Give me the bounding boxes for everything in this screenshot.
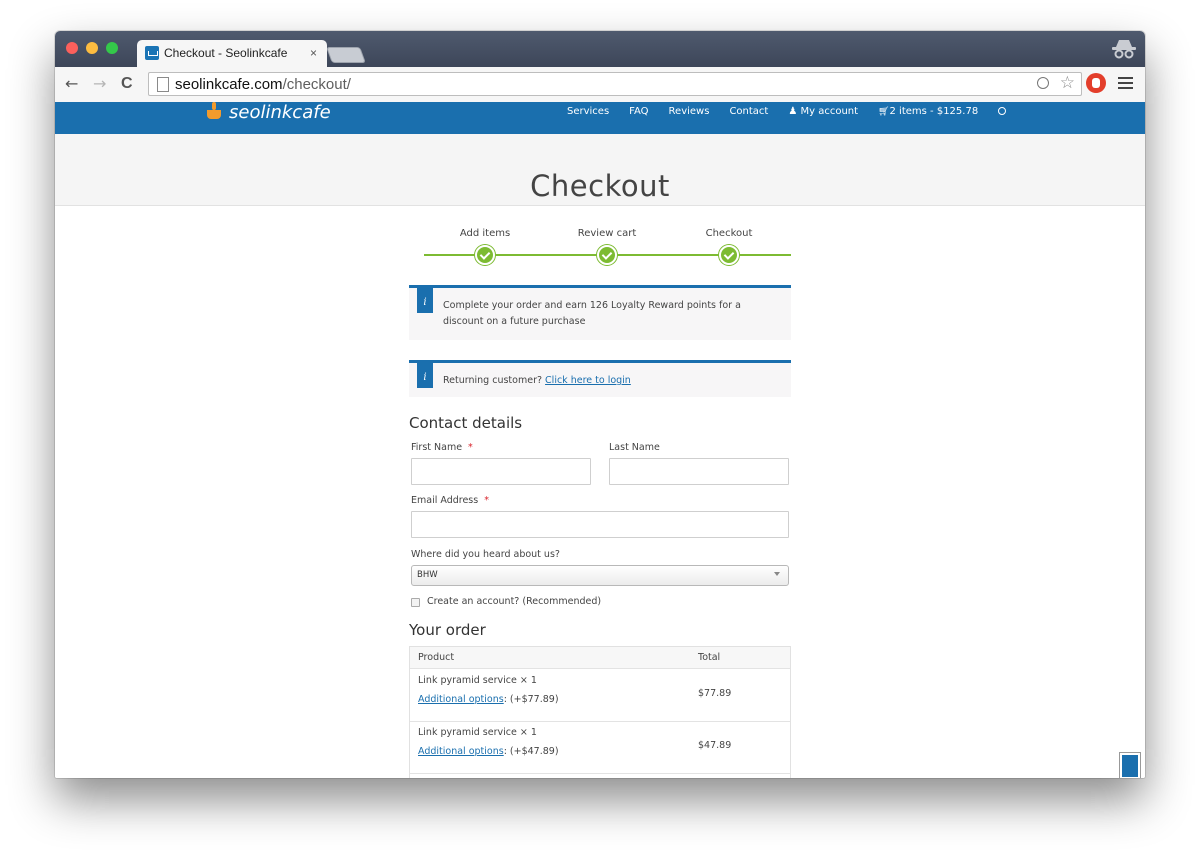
first-name-label: First Name * xyxy=(411,442,473,453)
create-account-label: Create an account? (Recommended) xyxy=(427,596,602,607)
page-title-band: Checkout xyxy=(55,134,1145,206)
check-icon xyxy=(475,245,495,265)
cart-icon: 🛒︎ xyxy=(878,107,890,117)
menu-icon[interactable] xyxy=(1118,77,1133,89)
minimize-window-button[interactable] xyxy=(86,42,98,54)
address-bar[interactable]: seolinkcafe.com/checkout/ ☆ xyxy=(148,72,1082,96)
check-icon xyxy=(719,245,739,265)
close-window-button[interactable] xyxy=(66,42,78,54)
step-add-items: Add items xyxy=(425,228,545,265)
step-checkout: Checkout xyxy=(669,228,789,265)
col-product-header: Product xyxy=(418,652,455,663)
scroll-to-top-button[interactable] xyxy=(1120,753,1140,778)
check-icon xyxy=(597,245,617,265)
options-price: : (+$47.89) xyxy=(503,746,559,757)
user-icon: ♟ xyxy=(788,106,798,117)
url-domain: seolinkcafe.com xyxy=(175,76,283,93)
tab-checkout[interactable]: Checkout - Seolinkcafe × xyxy=(137,40,327,67)
nav-item-faq[interactable]: FAQ xyxy=(629,106,648,117)
divider xyxy=(410,773,790,774)
coffee-cup-icon xyxy=(205,102,225,122)
heard-about-label: Where did you heard about us? xyxy=(411,549,560,560)
page-icon xyxy=(157,77,169,92)
order-item-name: Link pyramid service × 1 xyxy=(418,727,537,738)
adblock-extension-icon[interactable] xyxy=(1086,73,1106,93)
tab-close-icon[interactable]: × xyxy=(310,46,317,60)
chevron-down-icon xyxy=(774,572,780,576)
back-button[interactable]: ← xyxy=(65,75,78,93)
checkout-form: Contact details First Name * Last Name Em… xyxy=(409,397,791,778)
order-table-header xyxy=(410,647,790,668)
step-label: Review cart xyxy=(577,228,637,239)
step-label: Checkout xyxy=(705,228,753,239)
my-account-label: My account xyxy=(800,106,859,117)
new-tab-button[interactable] xyxy=(326,47,366,63)
heard-about-select[interactable]: BHW xyxy=(411,565,789,586)
step-review-cart: Review cart xyxy=(547,228,667,265)
heard-about-value: BHW xyxy=(417,570,438,580)
loyalty-notice-text: Complete your order and earn 126 Loyalty… xyxy=(443,300,741,327)
nav-item-my-account[interactable]: ♟ My account xyxy=(788,106,858,117)
nav-item-cart[interactable]: 🛒︎2 items - $125.78 xyxy=(878,106,978,117)
page-title: Checkout xyxy=(530,169,670,204)
logo-text: seolinkcafe xyxy=(229,102,331,123)
checkout-content: Add items Review cart Checkout i Complet… xyxy=(409,205,791,778)
login-link[interactable]: Click here to login xyxy=(545,375,631,386)
email-label-text: Email Address xyxy=(411,495,479,506)
first-name-field[interactable] xyxy=(411,458,591,485)
site-header: seolinkcafe Services FAQ Reviews Contact… xyxy=(55,102,1145,134)
url-text: seolinkcafe.com/checkout/ xyxy=(175,76,351,93)
site-logo[interactable]: seolinkcafe xyxy=(205,102,331,125)
checkout-steps: Add items Review cart Checkout xyxy=(409,205,791,285)
your-order-heading: Your order xyxy=(409,621,486,639)
nav-item-contact[interactable]: Contact xyxy=(729,106,768,117)
last-name-label: Last Name xyxy=(609,442,660,453)
col-total-header: Total xyxy=(698,652,721,663)
order-table: Product Total Link pyramid service × 1 A… xyxy=(409,646,791,778)
email-field[interactable] xyxy=(411,511,789,538)
additional-options-link[interactable]: Additional options xyxy=(418,746,504,757)
required-mark: * xyxy=(468,442,473,453)
login-notice-text: Returning customer? Click here to login xyxy=(409,363,791,399)
additional-options-link[interactable]: Additional options xyxy=(418,694,504,705)
nav-item-reviews[interactable]: Reviews xyxy=(669,106,710,117)
order-item-options: Additional options: (+$47.89) xyxy=(418,746,559,757)
create-account-checkbox[interactable] xyxy=(411,598,420,607)
browser-window: Checkout - Seolinkcafe × ← → C seolinkca… xyxy=(55,31,1145,778)
browser-toolbar: ← → C seolinkcafe.com/checkout/ ☆ xyxy=(55,67,1145,103)
tab-strip: Checkout - Seolinkcafe × xyxy=(55,31,1145,67)
order-item-name: Link pyramid service × 1 xyxy=(418,675,537,686)
contact-details-heading: Contact details xyxy=(409,414,523,432)
order-item-total: $77.89 xyxy=(698,688,732,699)
nav-item-services[interactable]: Services xyxy=(567,106,609,117)
main-nav: Services FAQ Reviews Contact ♟ My accoun… xyxy=(567,106,1007,117)
login-notice: i Returning customer? Click here to logi… xyxy=(409,360,791,397)
options-price: : (+$77.89) xyxy=(503,694,559,705)
email-label: Email Address * xyxy=(411,495,489,506)
info-icon: i xyxy=(417,287,433,313)
last-name-field[interactable] xyxy=(609,458,789,485)
forward-button[interactable]: → xyxy=(93,75,106,93)
first-name-label-text: First Name xyxy=(411,442,463,453)
zoom-window-button[interactable] xyxy=(106,42,118,54)
order-item-options: Additional options: (+$77.89) xyxy=(418,694,559,705)
tab-title: Checkout - Seolinkcafe xyxy=(164,46,288,60)
order-item-total: $47.89 xyxy=(698,740,732,751)
step-label: Add items xyxy=(459,228,511,239)
favicon-icon xyxy=(145,46,159,60)
zoom-icon[interactable] xyxy=(1037,77,1049,89)
loyalty-notice: i Complete your order and earn 126 Loyal… xyxy=(409,285,791,340)
info-icon: i xyxy=(417,362,433,388)
search-icon[interactable] xyxy=(998,107,1007,115)
incognito-icon xyxy=(1112,40,1136,59)
bookmark-star-icon[interactable]: ☆ xyxy=(1060,73,1075,93)
required-mark: * xyxy=(484,495,489,506)
url-path: /checkout/ xyxy=(282,76,351,93)
page-viewport: seolinkcafe Services FAQ Reviews Contact… xyxy=(55,102,1145,778)
divider xyxy=(410,668,790,669)
reload-button[interactable]: C xyxy=(121,75,133,93)
divider xyxy=(410,721,790,722)
login-prefix: Returning customer? xyxy=(443,375,543,386)
cart-label: 2 items - $125.78 xyxy=(889,106,979,117)
